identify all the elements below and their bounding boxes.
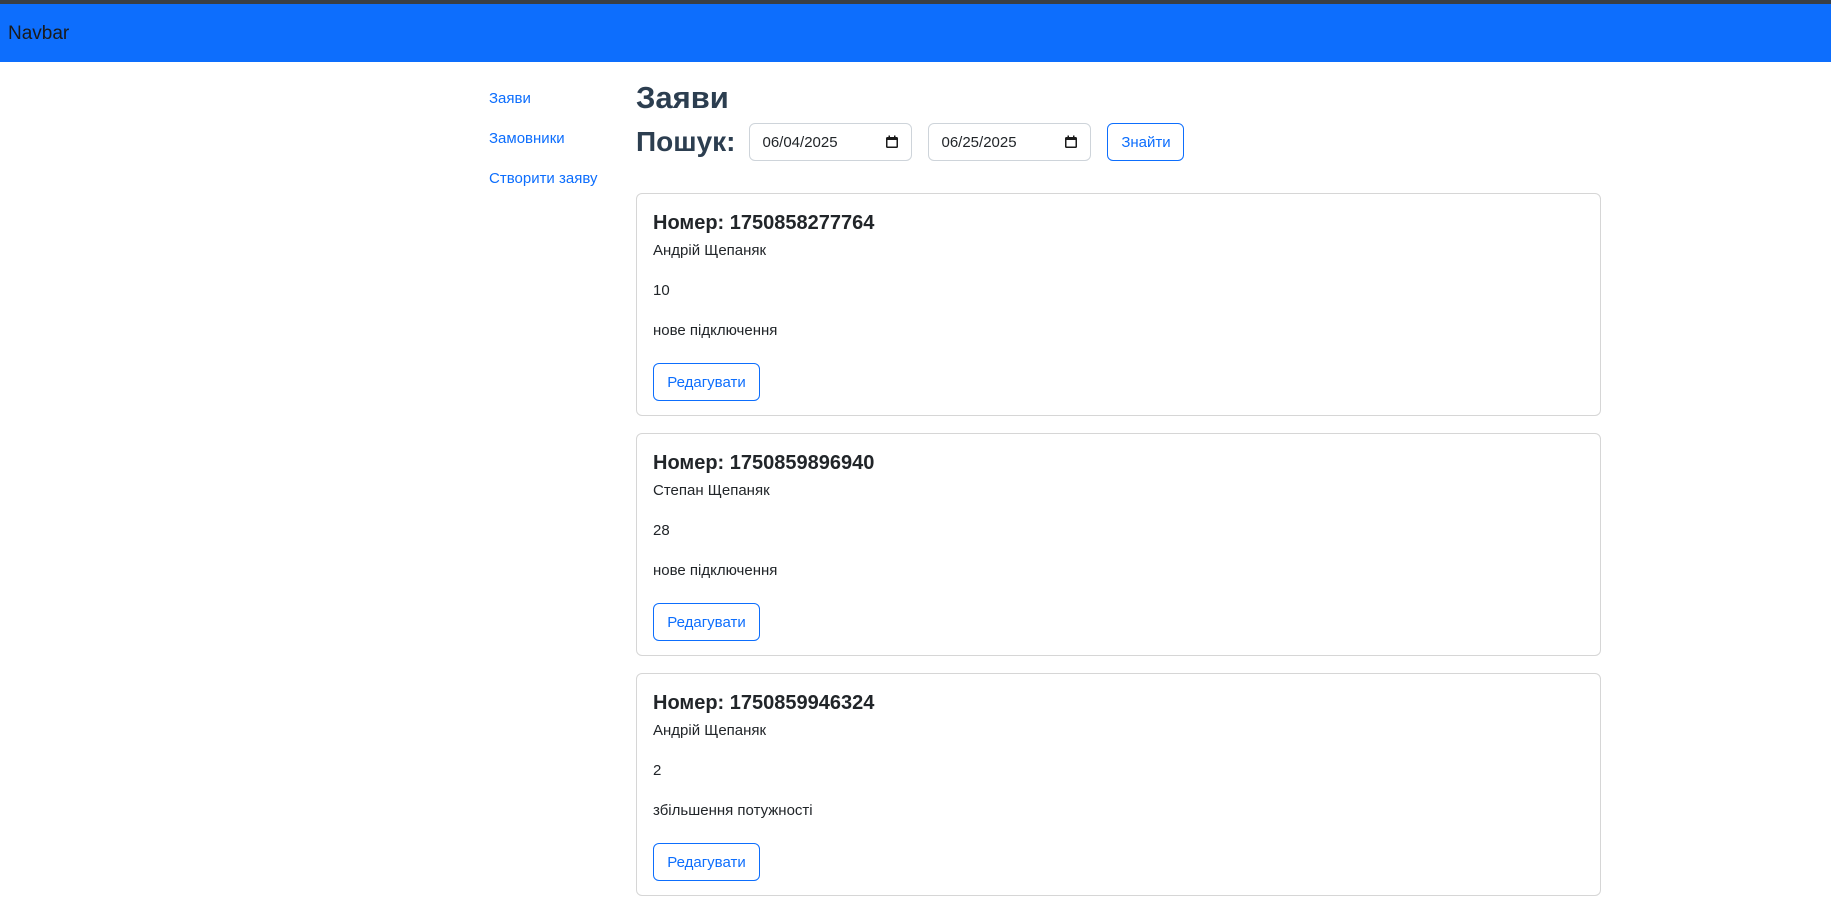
search-button[interactable]: Знайти xyxy=(1107,123,1185,161)
sidebar: Заяви Замовники Створити заяву xyxy=(489,88,619,208)
order-customer: Андрій Щепаняк xyxy=(653,722,767,739)
edit-button[interactable]: Редагувати xyxy=(653,843,760,881)
date-from-value: 06/04/2025 xyxy=(762,134,838,151)
calendar-icon[interactable] xyxy=(885,135,899,149)
calendar-icon[interactable] xyxy=(1064,135,1078,149)
order-number: Номер: 1750858277764 xyxy=(653,212,875,234)
date-from-input[interactable]: 06/04/2025 xyxy=(749,123,913,161)
order-type: нове підключення xyxy=(653,322,778,339)
sidebar-item-create-order[interactable]: Створити заяву xyxy=(489,168,619,208)
navbar-brand[interactable]: Navbar xyxy=(8,23,69,45)
page-title: Заяви xyxy=(636,80,729,115)
order-number: Номер: 1750859946324 xyxy=(653,692,875,714)
order-quantity: 28 xyxy=(653,522,670,539)
order-quantity: 2 xyxy=(653,762,662,779)
order-quantity: 10 xyxy=(653,282,670,299)
sidebar-item-customers[interactable]: Замовники xyxy=(489,128,619,168)
order-card: Номер: 1750859946324 Андрій Щепаняк 2 зб… xyxy=(636,673,1601,896)
order-type: збільшення потужності xyxy=(653,802,813,819)
edit-button[interactable]: Редагувати xyxy=(653,363,760,401)
search-label: Пошук: xyxy=(636,126,736,157)
navbar: Navbar xyxy=(0,4,1831,62)
sidebar-item-orders[interactable]: Заяви xyxy=(489,88,619,128)
date-to-value: 06/25/2025 xyxy=(941,134,1017,151)
date-to-input[interactable]: 06/25/2025 xyxy=(928,123,1092,161)
edit-button[interactable]: Редагувати xyxy=(653,603,760,641)
order-type: нове підключення xyxy=(653,562,778,579)
order-customer: Андрій Щепаняк xyxy=(653,242,767,259)
order-list: Номер: 1750858277764 Андрій Щепаняк 10 н… xyxy=(636,193,1601,896)
order-card: Номер: 1750858277764 Андрій Щепаняк 10 н… xyxy=(636,193,1601,416)
search-form: Пошук: 06/04/2025 06/25/2025 Знайти xyxy=(636,122,1601,162)
main-content: Заяви Пошук: 06/04/2025 06/25/2025 Знайт… xyxy=(636,78,1601,913)
order-card: Номер: 1750859896940 Степан Щепаняк 28 н… xyxy=(636,433,1601,656)
order-customer: Степан Щепаняк xyxy=(653,482,770,499)
order-number: Номер: 1750859896940 xyxy=(653,452,875,474)
